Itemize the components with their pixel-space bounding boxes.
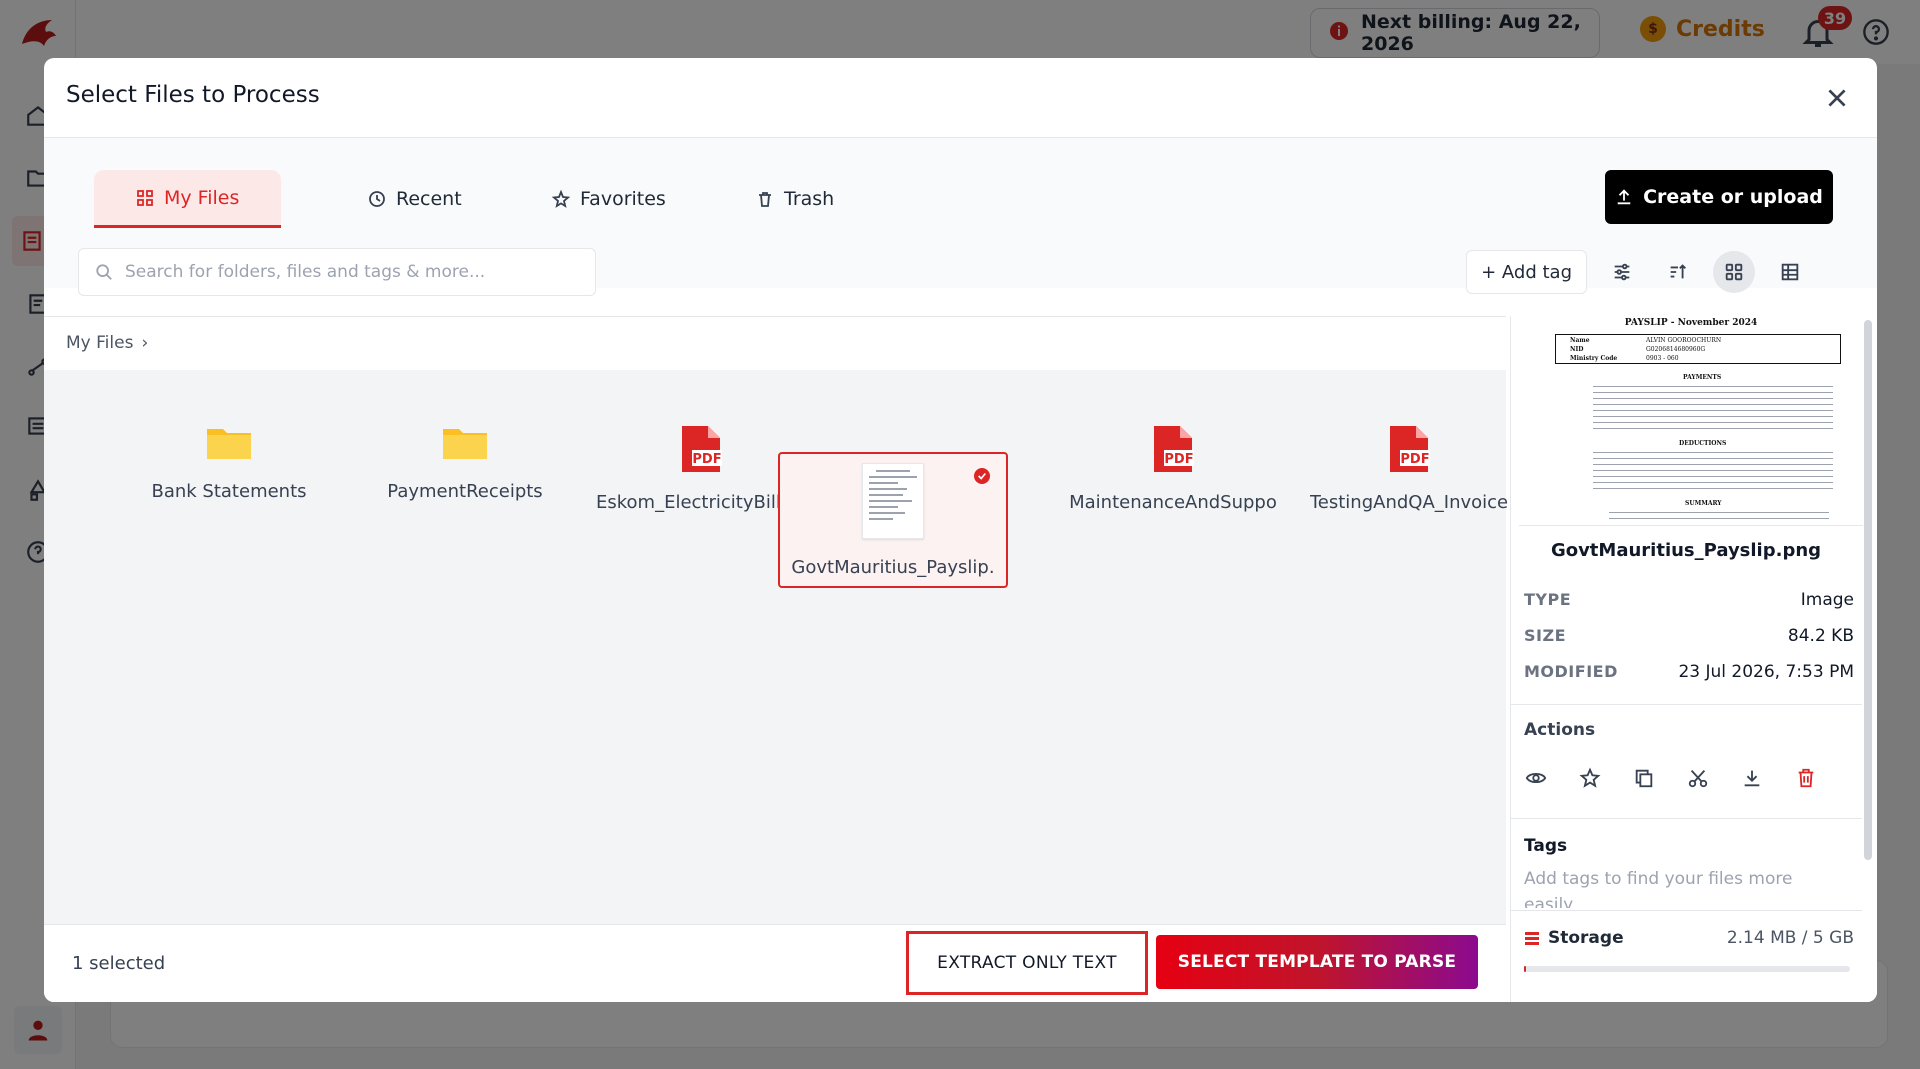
breadcrumb-bar: My Files › [44,316,1506,370]
delete-icon[interactable] [1794,766,1818,790]
breadcrumb: My Files › [66,333,148,353]
tab-trash[interactable]: Trash [714,170,876,228]
sort-icon[interactable] [1657,251,1699,293]
star-icon [552,190,570,208]
file-name: GovtMauritius_Payslip. [791,556,995,578]
file-name: MaintenanceAndSuppo [1069,491,1277,513]
file-toolbar: + Add tag [1466,250,1811,294]
table-view-icon[interactable] [1769,251,1811,293]
modal-footer: 1 selected EXTRACT ONLY TEXT SELECT TEMP… [44,924,1506,1002]
select-template-to-parse-button[interactable]: SELECT TEMPLATE TO PARSE [1156,935,1478,989]
grid-icon [137,189,153,206]
details-scrollbar[interactable] [1864,320,1872,860]
tab-recent[interactable]: Recent [326,170,504,228]
chevron-right-icon: › [141,333,149,353]
file-preview: PAYSLIP - November 2024 Name ALVIN GOORO… [1519,316,1863,526]
files-grid: Bank Statements PaymentReceipts PDF Esko… [44,370,1508,924]
file-name: Eskom_ElectricityBill.pc [596,491,806,513]
trash-icon [759,192,771,207]
upload-icon [1617,189,1631,205]
extract-only-text-button[interactable]: EXTRACT ONLY TEXT [906,931,1148,995]
copy-icon[interactable] [1632,766,1656,790]
download-icon[interactable] [1740,766,1764,790]
file-name: PaymentReceipts [387,480,543,502]
file-name: Bank Statements [151,480,307,502]
selected-count: 1 selected [72,953,166,974]
scissors-icon[interactable] [1686,766,1710,790]
file-item-selected-image[interactable]: GovtMauritius_Payslip. [778,452,1008,588]
add-tag-button[interactable]: + Add tag [1466,250,1587,294]
folder-icon [443,428,487,459]
breadcrumb-my-files[interactable]: My Files [66,333,133,353]
preview-title: PAYSLIP - November 2024 [1624,318,1758,328]
select-files-modal: Select Files to Process My Files Recent … [44,58,1877,1002]
svg-text:PDF: PDF [1400,452,1429,467]
close-icon [1828,89,1846,107]
grid-view-icon[interactable] [1713,251,1755,293]
pdf-file-icon: PDF [682,425,722,472]
actions-row [1524,766,1818,790]
image-thumbnail [862,462,924,539]
search-input[interactable] [125,262,565,282]
file-item-pdf[interactable]: PDF MaintenanceAndSuppo [1060,400,1286,536]
check-icon [974,468,990,484]
folder-icon [207,428,251,459]
clock-icon [369,191,385,207]
pdf-file-icon: PDF [1390,425,1430,472]
search-box [78,248,596,296]
tab-my-files[interactable]: My Files [94,170,282,228]
file-item-pdf[interactable]: PDF TestingAndQA_Invoice [1296,400,1522,536]
file-name: TestingAndQA_Invoice [1309,491,1509,513]
svg-text:PDF: PDF [692,452,721,467]
create-or-upload-button[interactable]: Create or upload [1605,170,1833,224]
file-details-panel: PAYSLIP - November 2024 Name ALVIN GOORO… [1510,316,1877,1002]
search-icon [96,264,112,280]
star-icon[interactable] [1578,766,1602,790]
svg-text:PDF: PDF [1164,452,1193,467]
eye-icon[interactable] [1524,766,1548,790]
preview-header-box: Name ALVIN GOOROOCHURN NID G020681468096… [1555,334,1841,364]
tab-favorites[interactable]: Favorites [510,170,708,228]
file-item-folder[interactable]: Bank Statements [116,394,342,530]
file-item-folder[interactable]: PaymentReceipts [352,394,578,530]
close-button[interactable] [1819,80,1855,116]
modal-header: Select Files to Process [44,58,1877,138]
pdf-file-icon: PDF [1154,425,1194,472]
modal-title: Select Files to Process [66,82,320,108]
tabs-area: My Files Recent Favorites Trash Create o… [44,138,1877,296]
filter-sliders-icon[interactable] [1601,251,1643,293]
